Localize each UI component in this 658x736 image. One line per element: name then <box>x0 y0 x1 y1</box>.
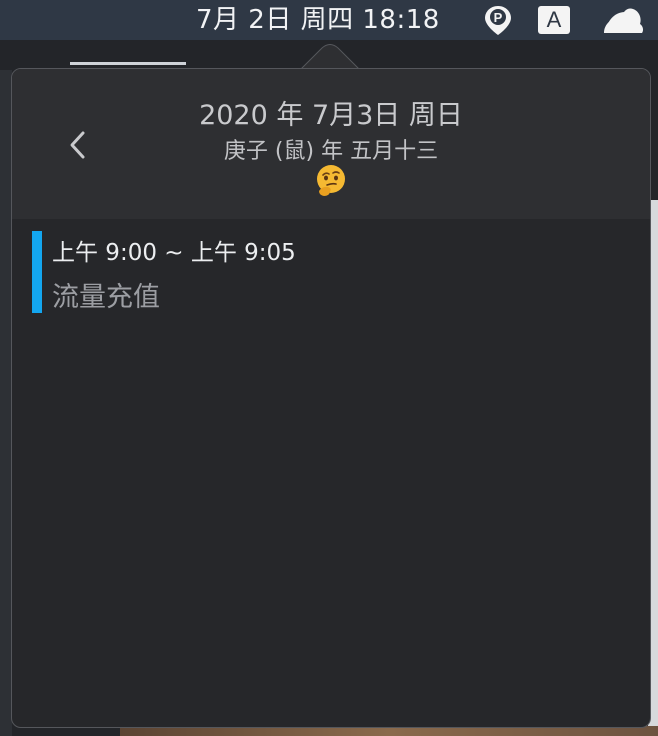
event-item[interactable]: 上午 9:00 ~ 上午 9:05 流量充值 <box>32 229 632 315</box>
cloud-icon[interactable] <box>600 4 646 36</box>
event-title: 流量充值 <box>52 282 160 313</box>
menubar-clock[interactable]: 7月 2日 周四 18:18 <box>196 0 440 40</box>
lunar-date: 庚子 (鼠) 年 五月十三 <box>223 139 439 164</box>
event-time: 上午 9:00 ~ 上午 9:05 <box>52 240 296 266</box>
thinking-face-emoji-icon <box>314 164 348 198</box>
popover-arrow <box>300 44 360 70</box>
date-title: 2020 年 7月3日 周日 <box>199 100 463 131</box>
background-window-tab-indicator <box>70 62 186 65</box>
event-color-bar <box>32 231 42 313</box>
menu-bar: 7月 2日 周四 18:18 P A <box>0 0 658 40</box>
popover-header: 2020 年 7月3日 周日 庚子 (鼠) 年 五月十三 <box>12 69 650 219</box>
svg-text:P: P <box>494 10 503 25</box>
pin-app-icon[interactable]: P <box>480 4 516 36</box>
calendar-popover: 2020 年 7月3日 周日 庚子 (鼠) 年 五月十三 上午 9:00 ~ 上… <box>11 68 651 728</box>
input-source-icon[interactable]: A <box>538 6 570 34</box>
